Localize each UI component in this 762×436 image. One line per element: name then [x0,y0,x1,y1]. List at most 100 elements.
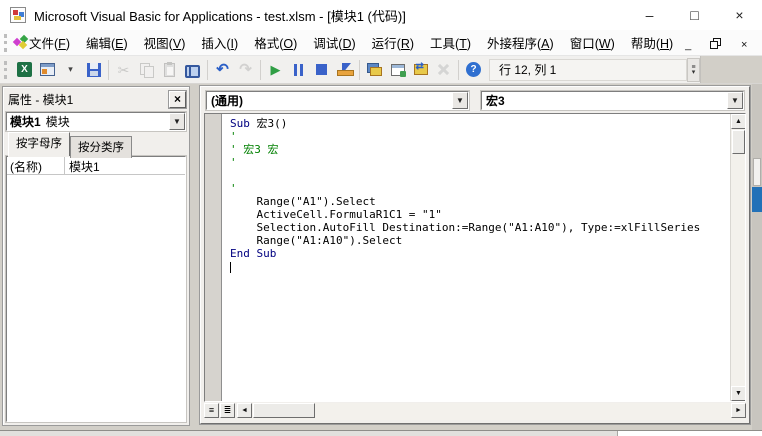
code-line-10[interactable]: Range("A1:A10").Select [230,234,730,247]
code-line-1[interactable]: Sub 宏3() [230,117,730,130]
find-icon [185,64,200,78]
code-line-8[interactable]: ActiveCell.FormulaR1C1 = "1" [230,208,730,221]
properties-tab-1[interactable]: 按分类序 [70,136,132,158]
code-line-3[interactable]: ' 宏3 宏 [230,143,730,156]
code-line-7[interactable]: Range("A1").Select [230,195,730,208]
cut-button[interactable]: ✂ [112,59,135,81]
break-icon [293,64,305,76]
redo-button[interactable]: ↷ [234,59,257,81]
vertical-scroll-track[interactable] [731,155,745,386]
procedure-view-button[interactable]: ≡ [204,403,219,418]
margin-indicator-bar[interactable] [205,114,222,401]
design-mode-button[interactable] [333,59,356,81]
code-line-5[interactable] [230,169,730,182]
background-window-fragment [752,84,762,430]
menu-item-v[interactable]: 视图(V) [136,29,194,56]
code-line-2[interactable]: ' [230,130,730,143]
insert-userform-icon [40,63,55,76]
menu-item-h[interactable]: 帮助(H) [623,29,681,56]
toolbar-grip-handle[interactable] [4,60,9,79]
full-module-view-button[interactable]: ≣ [220,403,235,418]
insert-userform-button[interactable] [36,59,59,81]
view-excel-icon: X [17,62,32,77]
undo-icon: ↶ [216,61,229,78]
properties-tab-0[interactable]: 按字母序 [8,132,70,156]
code-line-4[interactable]: ' [230,156,730,169]
menu-item-r[interactable]: 运行(R) [364,29,422,56]
menu-item-i[interactable]: 插入(I) [193,29,246,56]
procedure-dropdown-arrow-icon[interactable]: ▼ [727,92,743,109]
object-dropdown[interactable]: (通用) ▼ [205,90,470,111]
code-line-11[interactable]: End Sub [230,247,730,260]
undo-button[interactable]: ↶ [211,59,234,81]
menu-item-f[interactable]: 文件(F) [21,29,78,56]
menu-item-e[interactable]: 编辑(E) [78,29,136,56]
help-button[interactable]: ? [462,59,485,81]
properties-panel-header: 属性 - 模块1 × [6,89,187,109]
object-dropdown-value: (通用) [211,94,243,108]
code-window-header: (通用) ▼ 宏3 ▼ [204,90,746,113]
object-selector-dropdown[interactable]: 模块1 模块 ▼ [5,111,187,132]
menu-item-o[interactable]: 格式(O) [246,29,305,56]
horizontal-scroll-track[interactable] [315,403,731,420]
save-icon [86,62,101,77]
scroll-down-button[interactable]: ▼ [731,386,745,401]
project-explorer-button[interactable] [363,59,386,81]
object-browser-button[interactable] [409,59,432,81]
properties-window-button[interactable] [386,59,409,81]
mdi-restore-button[interactable] [709,36,723,50]
minimize-button[interactable]: – [627,0,672,30]
selected-object-type: 模块 [45,115,70,129]
close-button[interactable]: × [717,0,762,30]
paste-button[interactable] [158,59,181,81]
vertical-scroll-thumb[interactable] [732,130,745,154]
maximize-button[interactable]: □ [672,0,717,30]
scroll-right-button[interactable]: ► [731,403,746,418]
properties-close-button[interactable]: × [168,89,187,109]
toolbar-options-button[interactable]: ≡ ▾ [687,57,700,82]
code-window: (通用) ▼ 宏3 ▼ Sub 宏3() ' ' 宏3 宏 ' ' Range("A1"… [199,85,751,425]
view-excel-button[interactable]: X [13,59,36,81]
object-selector-arrow-icon[interactable]: ▼ [169,113,185,130]
object-browser-icon [413,62,428,75]
code-segment: Sub [230,117,250,130]
procedure-dropdown-value: 宏3 [486,94,505,108]
toolbox-icon [437,63,450,76]
menu-item-w[interactable]: 窗口(W) [562,29,623,56]
save-button[interactable] [82,59,105,81]
code-text-area[interactable]: Sub 宏3() ' ' 宏3 宏 ' ' Range("A1").Select Act… [222,114,730,401]
code-line-12[interactable] [230,260,730,273]
run-button[interactable]: ▶ [264,59,287,81]
menu-item-a[interactable]: 外接程序(A) [479,29,562,56]
menu-item-t[interactable]: 工具(T) [422,29,479,56]
vertical-scrollbar[interactable]: ▲ ▼ [730,114,745,401]
object-dropdown-arrow-icon[interactable]: ▼ [452,92,468,109]
mdi-minimize-button[interactable]: _ [681,36,695,50]
copy-button[interactable] [135,59,158,81]
background-accent-block [752,187,762,212]
design-mode-icon [337,63,354,76]
code-segment: ActiveCell.FormulaR1C1 = "1" [230,208,442,221]
horizontal-scrollbar[interactable]: ◄ ► [237,403,746,420]
procedure-dropdown[interactable]: 宏3 ▼ [480,90,745,111]
property-name: (名称) [7,157,65,174]
property-row[interactable]: (名称) 模块1 [7,157,185,175]
break-button[interactable] [287,59,310,81]
mdi-close-button[interactable]: × [737,36,751,50]
toolbox-button[interactable] [432,59,455,81]
code-editor[interactable]: Sub 宏3() ' ' 宏3 宏 ' ' Range("A1").Select Act… [204,113,746,402]
reset-button[interactable] [310,59,333,81]
toolbar-separator [260,59,261,80]
scroll-left-button[interactable]: ◄ [237,403,252,418]
code-line-9[interactable]: Selection.AutoFill Destination:=Range("A… [230,221,730,234]
menu-item-d[interactable]: 调试(D) [305,29,363,56]
scroll-up-button[interactable]: ▲ [731,114,745,129]
horizontal-scroll-thumb[interactable] [253,403,315,418]
insert-dropdown-button[interactable]: ▾ [59,59,82,81]
menubar-grip-handle[interactable] [4,33,7,52]
code-segment: End Sub [230,247,277,260]
property-value[interactable]: 模块1 [65,157,185,174]
find-button[interactable] [181,59,204,81]
code-line-6[interactable]: ' [230,182,730,195]
project-explorer-icon [367,63,382,76]
